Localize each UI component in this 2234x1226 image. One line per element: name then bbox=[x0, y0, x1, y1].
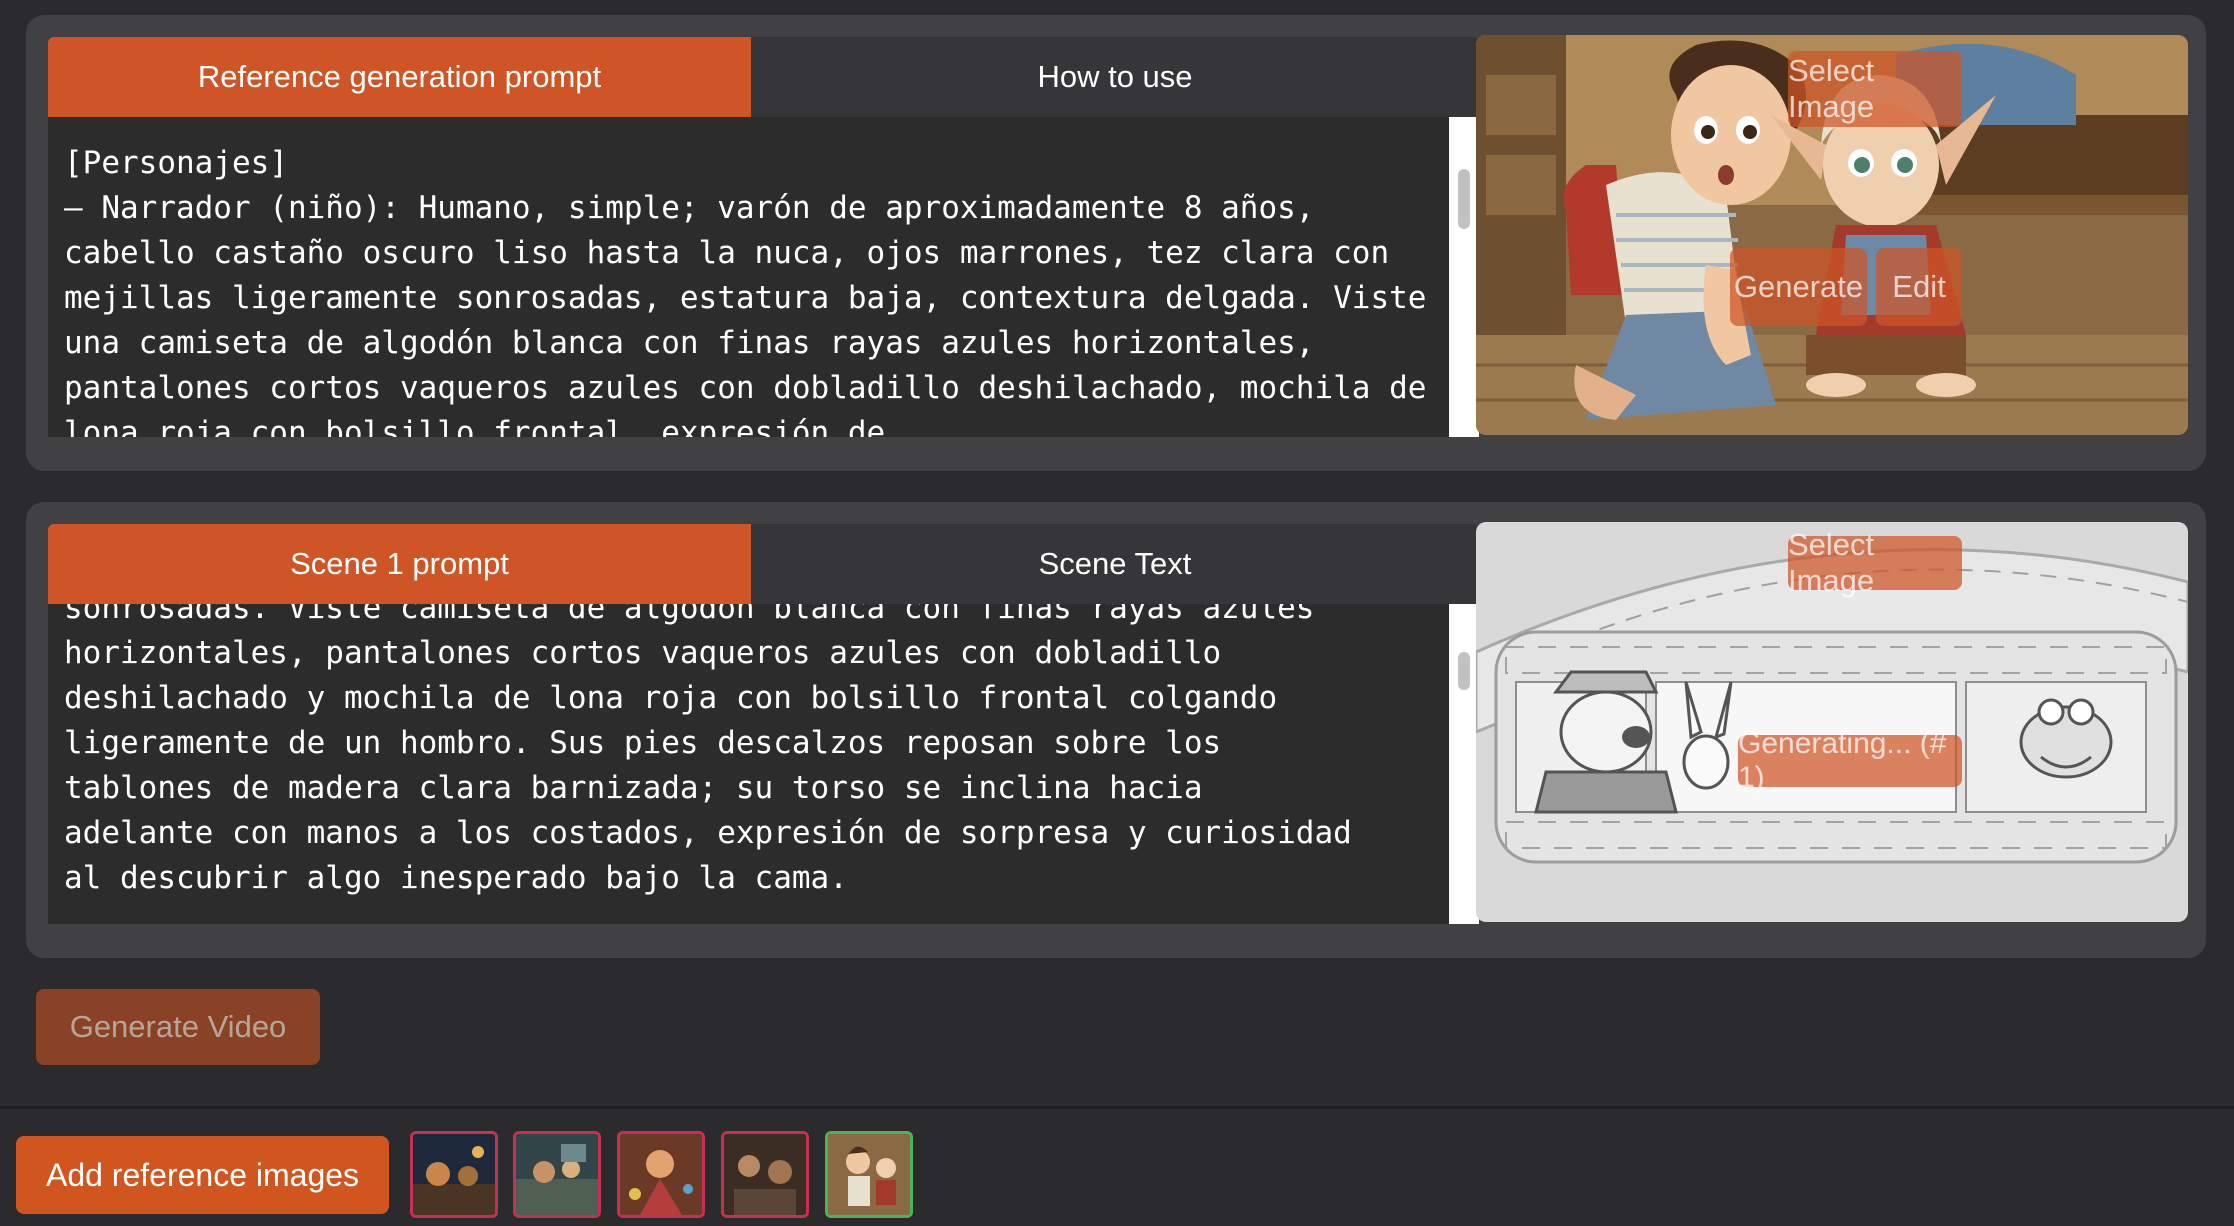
scene-editor: Scene 1 prompt Scene Text sonrosadas. Vi… bbox=[48, 524, 1479, 924]
reference-thumbnail[interactable] bbox=[721, 1131, 809, 1218]
scene-prompt-area: sonrosadas. Viste camiseta de algodón bl… bbox=[48, 604, 1479, 924]
tab-scene-text[interactable]: Scene Text bbox=[751, 524, 1479, 604]
scene-panel: Scene 1 prompt Scene Text sonrosadas. Vi… bbox=[26, 502, 2206, 958]
thumbnail-image bbox=[724, 1134, 806, 1215]
select-image-button[interactable]: Select Image bbox=[1788, 51, 1962, 127]
reference-thumbnail[interactable] bbox=[410, 1131, 498, 1218]
tab-how-to-use[interactable]: How to use bbox=[751, 37, 1479, 117]
reference-prompt-scrollbar[interactable] bbox=[1449, 117, 1479, 437]
scene-image-placeholder: Select Image Generating... (# 1) bbox=[1476, 522, 2188, 922]
thumbnail-image bbox=[828, 1134, 910, 1215]
thumbnail-image bbox=[516, 1134, 598, 1215]
generate-button[interactable]: Generate bbox=[1730, 248, 1867, 326]
scrollbar-thumb[interactable] bbox=[1458, 169, 1470, 229]
add-reference-images-button[interactable]: Add reference images bbox=[16, 1136, 389, 1214]
reference-thumbnail[interactable] bbox=[617, 1131, 705, 1218]
generate-video-button[interactable]: Generate Video bbox=[36, 989, 320, 1065]
scene-prompt-scrollbar[interactable] bbox=[1449, 604, 1479, 924]
reference-tabs: Reference generation prompt How to use bbox=[48, 37, 1479, 117]
scrollbar-thumb[interactable] bbox=[1458, 652, 1470, 690]
reference-editor: Reference generation prompt How to use [… bbox=[48, 37, 1479, 437]
tab-scene-1-prompt[interactable]: Scene 1 prompt bbox=[48, 524, 751, 604]
generating-status-button[interactable]: Generating... (# 1) bbox=[1738, 727, 1962, 794]
reference-image-preview: Select Image Generate Edit bbox=[1476, 35, 2188, 435]
reference-prompt-area: [Personajes] – Narrador (niño): Humano, … bbox=[48, 117, 1479, 437]
thumbnail-image bbox=[413, 1134, 495, 1215]
reference-thumbnail[interactable] bbox=[513, 1131, 601, 1218]
footer-divider bbox=[0, 1106, 2234, 1109]
reference-thumbnail-selected[interactable] bbox=[825, 1131, 913, 1218]
scene-tabs: Scene 1 prompt Scene Text bbox=[48, 524, 1479, 604]
select-image-button[interactable]: Select Image bbox=[1788, 527, 1962, 598]
scene-prompt-textarea[interactable]: sonrosadas. Viste camiseta de algodón bl… bbox=[48, 604, 1448, 906]
tab-reference-generation-prompt[interactable]: Reference generation prompt bbox=[48, 37, 751, 117]
reference-panel: Reference generation prompt How to use [… bbox=[26, 15, 2206, 471]
edit-button[interactable]: Edit bbox=[1876, 248, 1962, 326]
reference-prompt-textarea[interactable]: [Personajes] – Narrador (niño): Humano, … bbox=[48, 117, 1448, 437]
thumbnail-image bbox=[620, 1134, 702, 1215]
